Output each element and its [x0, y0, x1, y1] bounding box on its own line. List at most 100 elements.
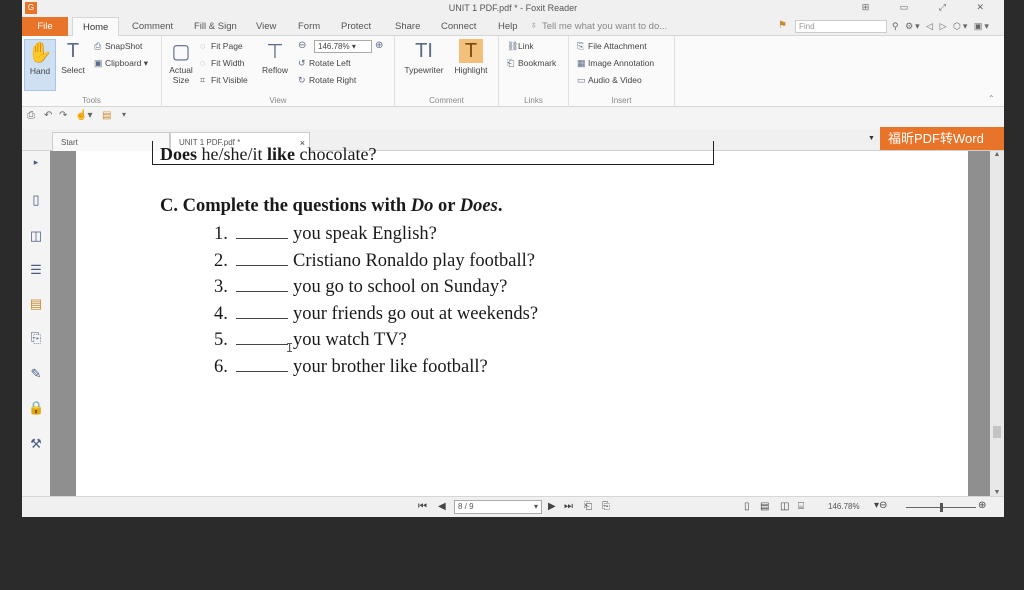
search-settings-icons[interactable]: ⚲ ⚙▾ ◁ ▷ ⬡▾ ▣▾: [892, 17, 991, 36]
tab-connect[interactable]: Connect: [441, 17, 476, 36]
zoom-in-icon[interactable]: ⊕: [375, 40, 383, 51]
redo-icon[interactable]: ↷: [59, 110, 67, 121]
bookmark-button[interactable]: ⎗ Bookmark: [507, 58, 556, 69]
highlight-button[interactable]: T Highlight: [451, 39, 491, 75]
image-annotation-button[interactable]: ▦ Image Annotation: [577, 58, 654, 69]
link-icon: ⛓: [507, 41, 519, 51]
scroll-down-icon[interactable]: ▼: [990, 489, 1004, 496]
actual-size-button[interactable]: ▢ Actual Size: [166, 39, 196, 86]
undo-icon[interactable]: ↶: [44, 110, 52, 121]
answer-blank: [236, 305, 288, 319]
hand-icon: ✋: [27, 41, 53, 64]
tab-share[interactable]: Share: [395, 17, 420, 36]
customize-icon[interactable]: ▤: [102, 110, 111, 121]
fit-width-icon: ◌: [200, 58, 206, 68]
expand-panel-icon[interactable]: ▸: [28, 154, 44, 170]
continuous-facing-icon[interactable]: ⌸: [798, 501, 804, 512]
pdf-page[interactable]: Does he/she/it like chocolate? C. Comple…: [76, 141, 968, 496]
question-item: 5. you watch TV?: [214, 330, 407, 350]
page-number-select[interactable]: 8 / 9 ▾: [454, 500, 542, 514]
typewriter-button[interactable]: TI Typewriter: [401, 39, 447, 76]
find-input[interactable]: Find: [795, 20, 887, 33]
scrollbar-thumb[interactable]: [993, 426, 1001, 438]
clipboard-button[interactable]: ▣ Clipboard ▾: [94, 58, 148, 69]
tab-protect[interactable]: Protect: [341, 17, 371, 36]
ribbon: ✋ Hand T Select ⎙ SnapShot ▣ Clipboard ▾ T…: [22, 36, 1004, 107]
menu-bar: File Home Comment Fill & Sign View Form …: [22, 17, 1004, 36]
file-menu-button[interactable]: File: [22, 17, 68, 36]
tell-me-search[interactable]: Tell me what you want to do...: [542, 17, 667, 36]
text-cursor-icon: I: [286, 341, 294, 355]
select-tool-button[interactable]: T Select: [58, 39, 88, 76]
attachment-icon: ⎘: [577, 41, 585, 51]
image-icon: ▦: [577, 58, 586, 68]
previous-view-icon[interactable]: ⎗: [584, 501, 592, 512]
answer-blank: [236, 252, 288, 266]
find-options-icon[interactable]: ⚑: [778, 20, 787, 31]
tab-comment[interactable]: Comment: [132, 17, 173, 36]
next-page-icon[interactable]: ▶: [548, 501, 556, 512]
continuous-page-icon[interactable]: ▤: [760, 501, 769, 512]
zoom-out-status-icon[interactable]: ▾⊖: [874, 500, 887, 511]
question-item: 4. your friends go out at weekends?: [214, 304, 539, 324]
vertical-scrollbar[interactable]: ▲ ▼: [990, 151, 1004, 496]
scroll-up-icon[interactable]: ▲: [990, 151, 1004, 158]
window-controls[interactable]: ⊞ ▭ ⤢ ✕: [862, 2, 998, 13]
comments-icon[interactable]: ▤: [28, 296, 44, 312]
bookmarks-icon[interactable]: ◫: [28, 228, 44, 244]
hand-quick-icon[interactable]: ☝▾: [75, 110, 92, 121]
zoom-in-status-icon[interactable]: ⊕: [978, 500, 986, 511]
audio-video-button[interactable]: ▭ Audio & Video: [577, 75, 642, 86]
zoom-slider-thumb[interactable]: [940, 503, 943, 512]
select-text-icon: T: [66, 39, 80, 62]
first-page-icon[interactable]: ⏮: [418, 501, 427, 512]
facing-page-icon[interactable]: ◫: [780, 501, 789, 512]
previous-page-icon[interactable]: ◀: [438, 501, 446, 512]
tab-form[interactable]: Form: [298, 17, 320, 36]
lightbulb-icon: ♁: [530, 20, 538, 31]
link-button[interactable]: ⛓Link: [507, 41, 534, 52]
tools-icon[interactable]: ⚒: [28, 436, 44, 452]
signatures-icon[interactable]: ✎: [28, 366, 44, 382]
answer-blank: [236, 358, 288, 372]
reflow-button[interactable]: ⊤ Reflow: [260, 39, 290, 76]
hand-tool-button[interactable]: ✋ Hand: [24, 39, 56, 91]
typewriter-icon: TI: [415, 39, 433, 62]
question-item: 1. you speak English?: [214, 224, 437, 244]
actual-size-icon: ▢: [171, 40, 191, 63]
rotate-left-button[interactable]: ↺ Rotate Left: [298, 58, 351, 69]
attachments-icon[interactable]: ⎘: [28, 330, 44, 346]
fit-page-button[interactable]: ◌ Fit Page: [200, 41, 243, 51]
fit-visible-icon: ⌗: [200, 75, 206, 85]
promo-dropdown-icon[interactable]: ▼: [868, 135, 875, 142]
foxit-reader-window: G UNIT 1 PDF.pdf * - Foxit Reader ⊞ ▭ ⤢ …: [22, 0, 1004, 517]
pdf-to-word-promo-button[interactable]: 福昕PDF转Word: [880, 127, 1004, 150]
quickbar-dropdown-icon[interactable]: ▾: [122, 110, 126, 119]
view-group-label: View: [269, 96, 287, 105]
zoom-level-status[interactable]: 146.78%: [828, 502, 860, 511]
tab-home[interactable]: Home: [72, 17, 120, 36]
zoom-out-icon[interactable]: ⊖: [298, 40, 306, 51]
last-page-icon[interactable]: ⏭: [564, 501, 573, 512]
left-navigation-panel: ▸ ▯ ◫ ☰ ▤ ⎘ ✎ 🔒 ⚒: [22, 151, 50, 496]
snapshot-button[interactable]: ⎙ SnapShot: [94, 41, 142, 52]
desktop-background: [0, 517, 1024, 590]
file-attachment-button[interactable]: ⎘ File Attachment: [577, 41, 647, 52]
rotate-right-button[interactable]: ↻ Rotate Right: [298, 75, 356, 86]
rotate-right-icon: ↻: [298, 75, 306, 85]
question-item: 6. your brother like football?: [214, 357, 488, 377]
document-view[interactable]: Does he/she/it like chocolate? C. Comple…: [50, 141, 990, 496]
security-lock-icon[interactable]: 🔒: [28, 400, 44, 416]
zoom-select[interactable]: 146.78% ▾: [314, 40, 372, 53]
tab-view[interactable]: View: [256, 17, 276, 36]
next-view-icon[interactable]: ⎘: [602, 501, 610, 512]
collapse-ribbon-icon[interactable]: ⌃: [988, 94, 995, 103]
page-thumbnails-icon[interactable]: ▯: [28, 192, 44, 208]
tab-fill-sign[interactable]: Fill & Sign: [194, 17, 237, 36]
tab-help[interactable]: Help: [498, 17, 518, 36]
print-icon[interactable]: ⎙: [27, 110, 35, 121]
fit-visible-button[interactable]: ⌗ Fit Visible: [200, 75, 248, 86]
fit-width-button[interactable]: ◌ Fit Width: [200, 58, 245, 68]
single-page-icon[interactable]: ▯: [744, 501, 750, 512]
layers-icon[interactable]: ☰: [28, 262, 44, 278]
